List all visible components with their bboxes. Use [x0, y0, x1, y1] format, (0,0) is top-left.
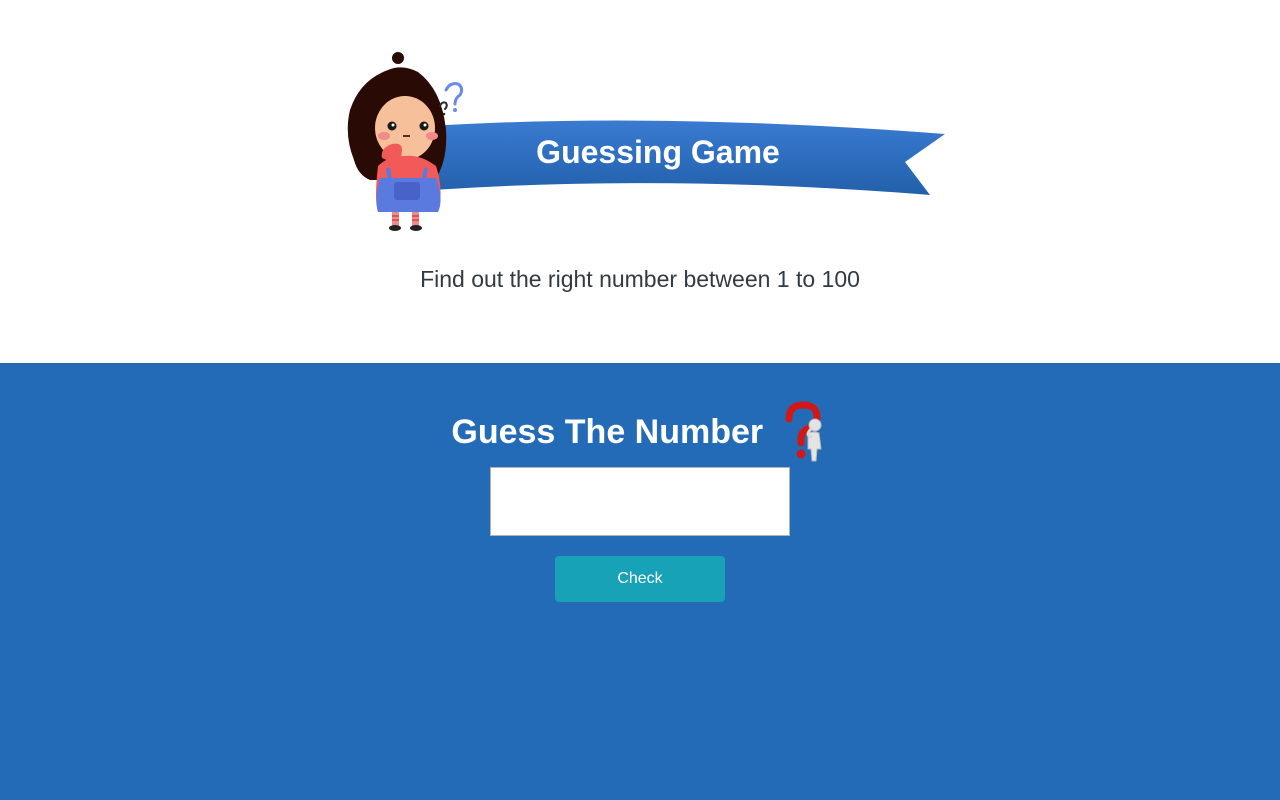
guess-heading-text: Guess The Number: [451, 413, 764, 451]
guess-input[interactable]: [490, 467, 790, 536]
header-section: Guessing Game Find out the right number …: [0, 0, 1280, 363]
banner-title: Guessing Game: [536, 134, 780, 170]
guessing-game-banner: Guessing Game: [347, 52, 945, 231]
check-button[interactable]: Check: [555, 556, 725, 602]
thinking-girl-icon: [347, 52, 464, 231]
game-section: Guess The Number Check: [0, 363, 1280, 800]
question-mark-figure-icon: [785, 401, 822, 462]
guess-heading: Guess The Number: [0, 401, 1280, 463]
instructions-text: Find out the right number between 1 to 1…: [420, 266, 860, 292]
